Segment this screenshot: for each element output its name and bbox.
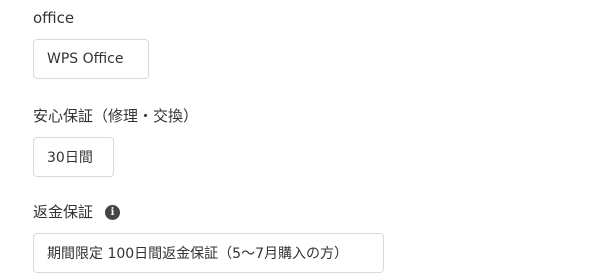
option-100-day-refund[interactable]: 期間限定 100日間返金保証（5〜7月購入の方） — [33, 233, 384, 273]
section-label-refund-guarantee: 返金保証 i — [33, 202, 121, 222]
section-label-support-warranty: 安心保証（修理・交換） — [33, 107, 199, 125]
info-icon[interactable]: i — [105, 204, 121, 220]
option-30-days[interactable]: 30日間 — [33, 137, 114, 177]
refund-guarantee-label-text: 返金保証 — [33, 203, 94, 221]
section-label-office: office — [33, 9, 75, 27]
option-wps-office[interactable]: WPS Office — [33, 39, 149, 79]
